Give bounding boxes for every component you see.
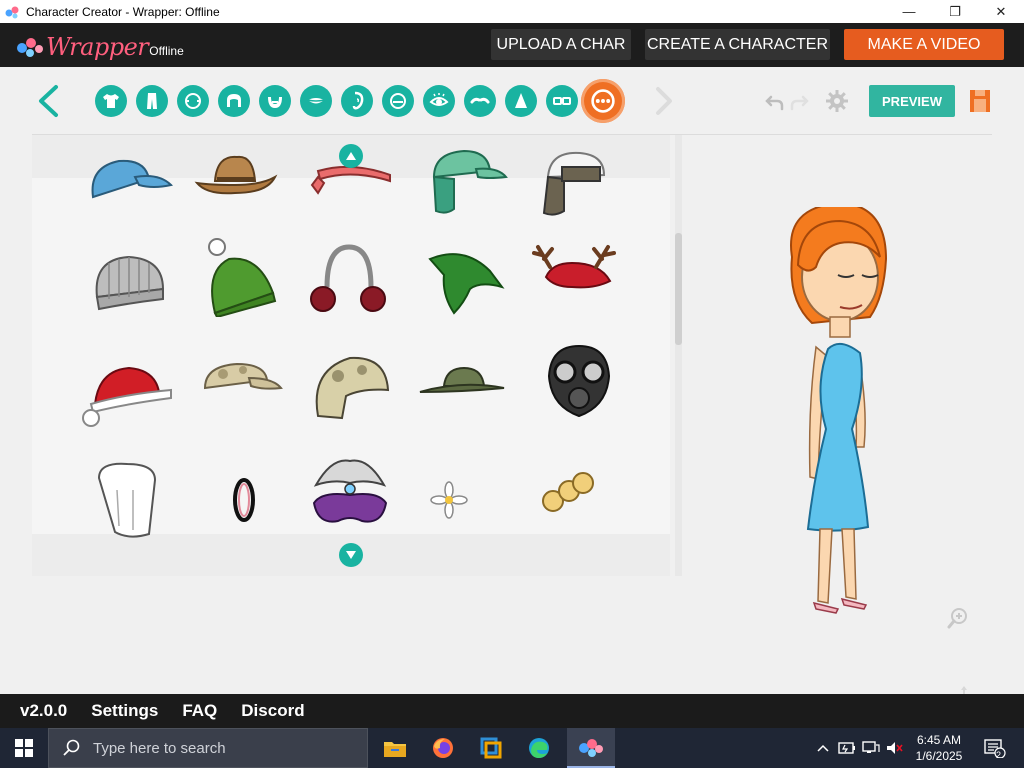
preview-button[interactable]: PREVIEW	[869, 85, 955, 117]
parts-grid-inner	[32, 135, 670, 576]
clock-date: 1/6/2025	[915, 749, 963, 763]
character-creator: PREVIEW	[0, 67, 1024, 708]
window-title: Character Creator - Wrapper: Offline	[26, 4, 220, 19]
part-reindeer-antler-hat[interactable]	[522, 227, 622, 327]
mouth-icon[interactable]	[300, 85, 332, 117]
window-title-bar: Character Creator - Wrapper: Offline — ❐…	[0, 0, 1024, 23]
part-camo-cap[interactable]	[187, 330, 287, 430]
taskbar-search[interactable]: Type here to search	[48, 728, 368, 768]
scroll-up-arrow[interactable]	[339, 144, 363, 168]
virtualbox-icon[interactable]	[467, 728, 515, 768]
search-icon	[63, 739, 80, 756]
part-blue-cap[interactable]	[77, 135, 177, 227]
app-icon	[5, 6, 19, 18]
faq-link[interactable]: FAQ	[182, 701, 217, 721]
hair-icon[interactable]	[218, 85, 250, 117]
wrapper-offline-taskbar-icon[interactable]	[567, 728, 615, 768]
app-header: Wrapper Offline UPLOAD A CHAR CREATE A C…	[0, 23, 1024, 67]
zoom-in-icon[interactable]	[947, 607, 969, 629]
windows-logo-icon	[15, 739, 33, 757]
app-footer: v2.0.0 Settings FAQ Discord	[0, 694, 1024, 728]
file-explorer-icon[interactable]	[371, 728, 419, 768]
forward-arrow-icon[interactable]	[654, 86, 674, 116]
part-green-pompom-beanie[interactable]	[187, 227, 287, 327]
discord-link[interactable]: Discord	[241, 701, 304, 721]
undo-icon[interactable]	[765, 93, 785, 111]
make-video-button[interactable]: MAKE A VIDEO	[844, 29, 1004, 60]
shirt-icon[interactable]	[95, 85, 127, 117]
gear-icon[interactable]	[825, 89, 849, 113]
character-preview	[790, 207, 888, 614]
settings-link[interactable]: Settings	[91, 701, 158, 721]
part-aviator-hat[interactable]	[522, 135, 622, 227]
scrollbar-thumb[interactable]	[675, 233, 682, 345]
part-hair-clip[interactable]	[192, 450, 292, 550]
glasses-icon[interactable]	[546, 85, 578, 117]
eye-icon[interactable]	[423, 85, 455, 117]
parts-grid	[32, 135, 682, 576]
create-character-button[interactable]: CREATE A CHARACTER	[645, 29, 830, 60]
beard-icon[interactable]	[259, 85, 291, 117]
save-icon[interactable]	[969, 89, 991, 113]
firefox-icon[interactable]	[419, 728, 467, 768]
part-daisy[interactable]	[397, 450, 497, 550]
battery-icon[interactable]	[836, 728, 858, 768]
minimize-button[interactable]: —	[886, 0, 932, 23]
part-gas-mask[interactable]	[527, 330, 627, 430]
part-green-elf-hat[interactable]	[412, 227, 512, 327]
search-placeholder: Type here to search	[93, 739, 226, 757]
chevron-up-icon[interactable]	[814, 728, 832, 768]
eyebrows-icon[interactable]	[464, 85, 496, 117]
network-icon[interactable]	[860, 728, 882, 768]
part-cowboy-hat[interactable]	[185, 135, 285, 227]
part-camo-helmet[interactable]	[300, 330, 400, 430]
logo-text: Wrapper	[46, 33, 149, 61]
logo-molecule-icon	[17, 38, 43, 57]
parts-scrollbar[interactable]	[675, 135, 682, 576]
part-ranger-hat[interactable]	[412, 330, 512, 430]
speaker-muted-icon[interactable]	[884, 728, 906, 768]
nose-line-icon[interactable]	[382, 85, 414, 117]
logo-subtext: Offline	[149, 44, 184, 58]
clock-time: 6:45 AM	[916, 733, 962, 747]
accessory-icon[interactable]	[581, 79, 625, 123]
part-gray-beanie[interactable]	[77, 227, 177, 327]
back-arrow-icon[interactable]	[36, 84, 60, 118]
ear-icon[interactable]	[341, 85, 373, 117]
part-earmuffs[interactable]	[297, 227, 397, 327]
wrapper-logo[interactable]: Wrapper Offline	[16, 30, 184, 60]
taskbar-clock[interactable]: 6:45 AM 1/6/2025	[908, 732, 970, 764]
part-bun-clip[interactable]	[517, 445, 617, 545]
face-shape-icon[interactable]	[177, 85, 209, 117]
nose-icon[interactable]	[505, 85, 537, 117]
start-button[interactable]	[0, 728, 48, 768]
windows-taskbar: Type here to search 6:45 AM 1/6/2025 2	[0, 728, 1024, 768]
upload-char-button[interactable]: UPLOAD A CHAR	[491, 29, 631, 60]
part-feather-mask[interactable]	[300, 445, 400, 545]
edge-icon[interactable]	[515, 728, 563, 768]
part-trapper-cap-teal[interactable]	[412, 135, 512, 227]
category-toolbar: PREVIEW	[32, 67, 992, 135]
scroll-down-arrow[interactable]	[339, 543, 363, 567]
redo-icon[interactable]	[789, 93, 809, 111]
notification-center-icon[interactable]: 2	[980, 728, 1010, 768]
part-santa-hat[interactable]	[77, 340, 177, 440]
notification-count: 2	[996, 750, 1002, 760]
restore-button[interactable]: ❐	[932, 0, 978, 23]
version-label: v2.0.0	[20, 701, 68, 720]
part-chef-hat[interactable]	[77, 450, 177, 550]
pants-icon[interactable]	[136, 85, 168, 117]
close-button[interactable]: ✕	[978, 0, 1024, 23]
